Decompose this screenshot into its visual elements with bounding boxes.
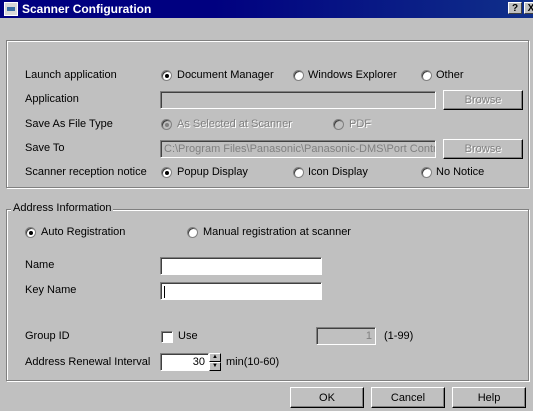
save-as-file-type-label: Save As File Type [25,118,113,130]
radio-other[interactable] [421,70,432,81]
text-caret [164,286,165,298]
application-label: Application [25,93,79,105]
radio-icon-display[interactable] [293,167,304,178]
radio-pdf[interactable] [333,119,344,130]
save-to-label: Save To [25,142,65,154]
help-button[interactable]: Help [452,387,526,408]
help-title-button[interactable]: ? [508,2,522,14]
radio-popup-display[interactable] [161,167,172,178]
radio-no-notice[interactable] [421,167,432,178]
radio-auto-registration-label[interactable]: Auto Registration [41,226,125,238]
radio-document-manager-label[interactable]: Document Manager [177,69,274,81]
radio-manual-registration-label[interactable]: Manual registration at scanner [203,226,351,238]
launch-application-label: Launch application [25,69,117,81]
radio-windows-explorer-label[interactable]: Windows Explorer [308,69,397,81]
application-browse-button[interactable]: Browse [443,90,523,110]
renewal-interval-input[interactable]: 30 [160,353,209,371]
use-checkbox[interactable] [161,331,173,343]
spin-up-arrow-icon[interactable]: ▲ [209,353,221,362]
key-name-label: Key Name [25,284,77,296]
radio-no-notice-label[interactable]: No Notice [436,166,484,178]
close-title-button[interactable]: X [524,2,533,14]
window-title: Scanner Configuration [22,2,152,16]
group-id-field[interactable]: 1 [316,327,376,345]
renewal-interval-spinner[interactable]: ▲ ▼ [209,353,221,371]
group-id-range: (1-99) [384,330,414,342]
radio-manual-registration[interactable] [187,227,198,238]
radio-auto-registration[interactable] [25,227,36,238]
scanner-reception-notice-label: Scanner reception notice [25,166,147,178]
radio-pdf-label[interactable]: PDF [349,118,371,130]
ok-button-label: OK [319,391,335,404]
title-bar: Scanner Configuration ? X [0,0,533,18]
save-to-browse-button[interactable]: Browse [443,139,523,159]
spin-down-arrow-icon[interactable]: ▼ [209,362,221,371]
help-button-label: Help [477,391,501,404]
renewal-interval-unit: min(10-60) [226,356,280,368]
radio-document-manager[interactable] [161,70,172,81]
cancel-button-label: Cancel [390,391,426,404]
radio-other-label[interactable]: Other [436,69,464,81]
radio-windows-explorer[interactable] [293,70,304,81]
save-to-browse-label: Browse [464,143,502,155]
save-to-field[interactable]: C:\Program Files\Panasonic\Panasonic-DMS… [160,140,436,158]
radio-as-selected-label[interactable]: As Selected at Scanner [177,118,292,130]
name-label: Name [25,259,55,271]
address-renewal-interval-label: Address Renewal Interval [25,356,151,368]
application-field[interactable] [160,91,436,109]
key-name-input[interactable] [160,282,322,300]
address-information-title: Address Information [11,202,114,214]
name-input[interactable] [160,257,322,275]
ok-button[interactable]: OK [290,387,364,408]
radio-as-selected-at-scanner[interactable] [161,119,172,130]
cancel-button[interactable]: Cancel [371,387,445,408]
use-checkbox-label[interactable]: Use [178,330,198,342]
application-browse-label: Browse [464,94,502,106]
radio-popup-display-label[interactable]: Popup Display [177,166,248,178]
scanner-app-icon [4,2,18,16]
radio-icon-display-label[interactable]: Icon Display [308,166,368,178]
group-id-label: Group ID [25,330,70,342]
